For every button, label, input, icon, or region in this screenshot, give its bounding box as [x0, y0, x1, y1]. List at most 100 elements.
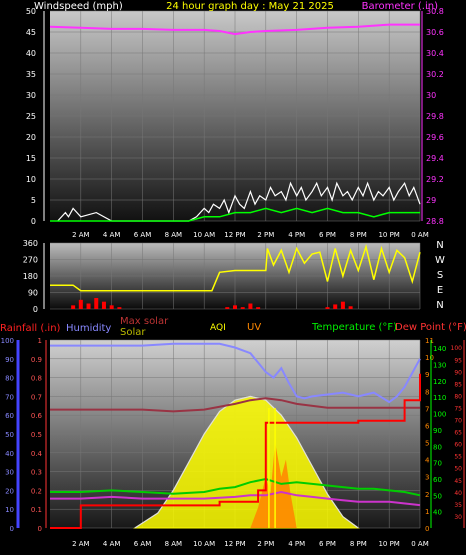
compass-label-0: N — [436, 240, 443, 251]
wind-y-tick: 15 — [26, 154, 36, 163]
dew-point-y-tick: 55 — [454, 454, 462, 461]
weather-x-tick: 10 AM — [193, 540, 215, 548]
graph-title: 24 hour graph day : May 21 2025 — [166, 1, 334, 12]
barometer-y-tick: 29.2 — [426, 175, 444, 184]
uv-y-tick: 11 — [425, 337, 434, 345]
temperature-y-tick: 40 — [433, 509, 442, 517]
weather-x-tick: 10 PM — [378, 540, 399, 548]
weather-x-tick: 2 PM — [257, 540, 274, 548]
wind-x-tick: 6 AM — [134, 231, 152, 239]
compass-label-4: N — [436, 300, 443, 311]
temperature-y-tick: 110 — [433, 394, 446, 402]
dew-point-y-tick: 60 — [454, 442, 462, 449]
temperature-y-tick: 90 — [433, 427, 442, 435]
rainfall-y-tick: 0.7 — [31, 393, 42, 401]
direction-y-axis: 0 90 180 270 360 — [23, 239, 45, 314]
wind-x-tick: 12 PM — [224, 231, 245, 239]
rain-rate-bar — [94, 298, 99, 309]
dew-point-label: Dew Point (°F) — [395, 322, 466, 333]
max-solar-label: Max solar — [120, 316, 169, 327]
rainfall-label: Rainfall (.in) — [0, 323, 61, 334]
wind-y-tick: 20 — [26, 133, 36, 142]
wind-y-tick: 5 — [31, 196, 36, 205]
weather-x-tick: 6 AM — [134, 540, 152, 548]
rainfall-y-tick: 0.2 — [31, 487, 42, 495]
compass-label-1: W — [435, 255, 445, 266]
temperature-y-tick: 60 — [433, 476, 442, 484]
barometer-y-tick: 29 — [426, 196, 436, 205]
rain-rate-bar — [109, 305, 114, 309]
humidity-y-tick: 20 — [5, 487, 14, 495]
weather-x-tick: 4 PM — [288, 540, 305, 548]
wind-x-tick: 10 AM — [193, 231, 215, 239]
weather-graph-canvas: 05101520253035404550 28.82929.229.429.62… — [0, 1, 466, 548]
humidity-y-tick: 40 — [5, 450, 14, 458]
rain-rate-bar — [325, 307, 330, 309]
rain-rate-bar — [248, 303, 253, 309]
humidity-label: Humidity — [66, 323, 111, 334]
weather-panel-x-axis: 2 AM 4 AM 6 AM 8 AM 10 AM 12 PM 2 PM 4 PM 6 PM 8 … — [72, 540, 429, 548]
uv-y-tick: 6 — [425, 422, 430, 430]
wind-y-tick: 25 — [26, 112, 36, 121]
dew-point-y-tick: 35 — [454, 502, 462, 509]
rain-rate-bar — [117, 307, 122, 309]
compass-labels: NWSEN — [435, 240, 445, 311]
direction-y-tick: 90 — [28, 289, 38, 298]
wind-y-tick: 45 — [26, 28, 36, 37]
temperature-y-tick: 70 — [433, 460, 442, 468]
wind-y-tick: 30 — [26, 91, 36, 100]
wind-x-tick: 4 PM — [288, 231, 305, 239]
uv-y-tick: 7 — [425, 405, 429, 413]
dew-point-y-tick: 95 — [454, 357, 462, 364]
barometer-y-axis: 28.82929.229.429.629.83030.230.430.630.8 — [421, 7, 444, 226]
rainfall-y-tick: 0.4 — [31, 450, 43, 458]
rainfall-y-tick: 0.5 — [31, 431, 42, 439]
compass-label-2: S — [437, 270, 443, 281]
uv-y-tick: 1 — [425, 508, 429, 516]
weather-x-tick: 0 AM — [411, 540, 429, 548]
temperature-y-tick: 80 — [433, 443, 442, 451]
humidity-y-tick: 90 — [5, 356, 14, 364]
compass-label-3: E — [437, 285, 443, 296]
dew-point-y-tick: 85 — [454, 381, 462, 388]
temperature-y-tick: 140 — [433, 345, 446, 353]
humidity-y-tick: 100 — [1, 337, 14, 345]
barometer-y-tick: 30 — [426, 91, 436, 100]
temperature-y-tick: 120 — [433, 378, 446, 386]
humidity-y-tick: 80 — [5, 375, 14, 383]
temperature-y-tick: 50 — [433, 492, 442, 500]
rain-rate-bar — [71, 305, 76, 309]
uv-y-tick: 2 — [425, 491, 429, 499]
uv-y-tick: 4 — [425, 457, 430, 465]
wind-x-tick: 6 PM — [319, 231, 336, 239]
weather-x-tick: 4 AM — [103, 540, 121, 548]
dew-point-y-tick: 70 — [454, 418, 462, 425]
uv-y-tick: 0 — [425, 525, 429, 533]
rainfall-y-tick: 0 — [38, 525, 42, 533]
rainfall-y-tick: 0.9 — [31, 356, 42, 364]
dew-point-y-tick: 65 — [454, 430, 462, 437]
uv-y-tick: 9 — [425, 371, 429, 379]
wind-x-tick: 8 AM — [165, 231, 183, 239]
wind-x-tick: 8 PM — [350, 231, 367, 239]
dew-point-y-tick: 40 — [454, 490, 462, 497]
direction-y-tick: 270 — [23, 256, 38, 265]
wind-x-tick: 2 PM — [257, 231, 274, 239]
weather-x-tick: 2 AM — [72, 540, 90, 548]
rainfall-y-tick: 0.6 — [31, 412, 43, 420]
rainfall-y-tick: 1 — [38, 337, 42, 345]
rain-rate-bar — [233, 305, 237, 309]
dew-point-y-tick: 75 — [454, 405, 462, 412]
temperature-y-tick: 100 — [433, 411, 446, 419]
aqi-label: AQI — [210, 323, 226, 333]
direction-y-tick: 180 — [23, 272, 38, 281]
barometer-y-tick: 29.4 — [426, 154, 444, 163]
barometer-y-tick: 28.8 — [426, 217, 444, 226]
wind-y-tick: 40 — [26, 49, 36, 58]
temperature-y-tick: 130 — [433, 362, 446, 370]
rainfall-y-tick: 0.3 — [31, 469, 42, 477]
rain-rate-bar — [86, 303, 91, 309]
wind-x-tick: 4 AM — [103, 231, 121, 239]
barometer-y-tick: 29.8 — [426, 112, 444, 121]
humidity-y-tick: 30 — [5, 469, 14, 477]
